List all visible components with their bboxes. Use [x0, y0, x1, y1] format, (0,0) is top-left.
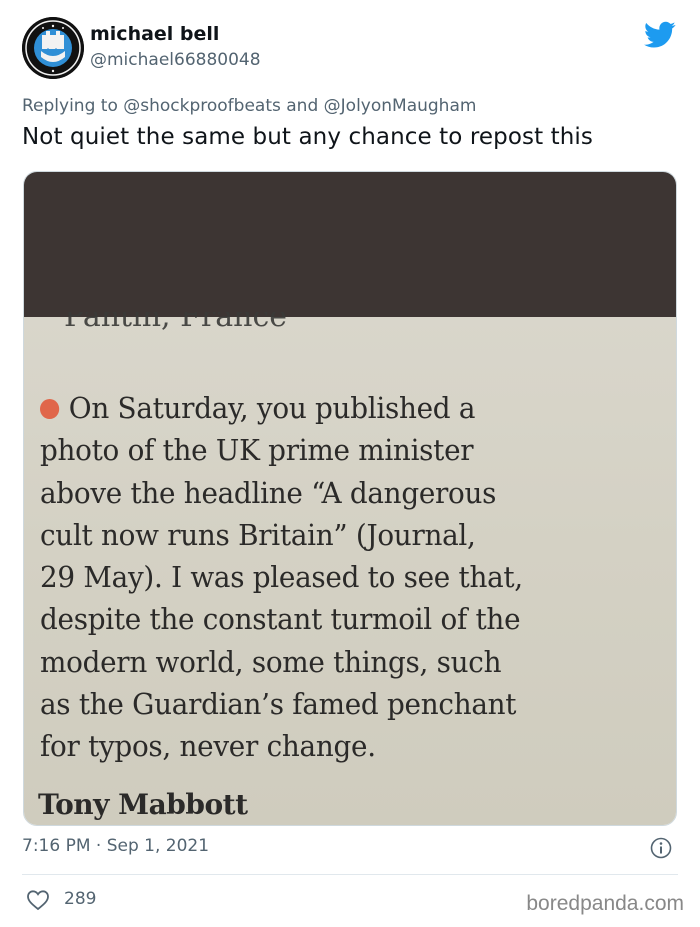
tweet-photo[interactable]: Pantin, France On Saturday, you publishe… — [23, 171, 677, 826]
divider — [22, 874, 678, 875]
meta-separator: · — [95, 836, 102, 856]
newcastle-crest-icon — [22, 17, 84, 79]
letter-line: cult now runs Britain” (Journal, — [40, 517, 476, 552]
tweet-text: Not quiet the same but any chance to rep… — [22, 124, 594, 150]
mention-link-2[interactable]: @JolyonMaugham — [324, 96, 477, 116]
info-icon[interactable] — [650, 837, 672, 859]
letter-line: above the headline “A dangerous — [40, 475, 497, 510]
replying-conjunction: and — [286, 96, 319, 116]
letter-line: for typos, never change. — [40, 729, 376, 764]
letter-line: as the Guardian’s famed penchant — [40, 687, 517, 722]
letter-line: despite the constant turmoil of the — [40, 602, 521, 637]
replying-to: Replying to @shockproofbeats and @Jolyon… — [22, 96, 476, 116]
like-count: 289 — [64, 889, 97, 909]
letter-line: modern world, some things, such — [40, 644, 502, 679]
mention-link-1[interactable]: @shockproofbeats — [123, 96, 281, 116]
letter-line: On Saturday, you published a — [40, 387, 645, 429]
letter-line: 29 May). I was pleased to see that, — [40, 560, 523, 595]
letter-line: photo of the UK prime minister — [40, 433, 474, 468]
tweet-header: michael bell @michael66880048 — [22, 17, 682, 79]
user-handle[interactable]: @michael66880048 — [90, 50, 261, 70]
letter-text: On Saturday, you published a photo of th… — [40, 387, 645, 768]
tweet-date: Sep 1, 2021 — [106, 836, 210, 856]
cutoff-text: Pantin, France — [64, 312, 288, 334]
letter-signature: Tony Mabbott — [38, 788, 248, 821]
bullet-icon — [40, 399, 60, 419]
tweet-time: 7:16 PM — [22, 836, 91, 856]
display-name[interactable]: michael bell — [90, 23, 219, 45]
replying-prefix: Replying to — [22, 96, 118, 116]
watermark: boredpanda.com — [526, 892, 684, 915]
avatar[interactable] — [22, 17, 84, 79]
heart-icon[interactable] — [26, 889, 50, 911]
photo-dark-band — [24, 172, 676, 317]
tweet-timestamp[interactable]: 7:16 PM · Sep 1, 2021 — [22, 836, 209, 856]
twitter-bird-icon — [644, 21, 676, 48]
